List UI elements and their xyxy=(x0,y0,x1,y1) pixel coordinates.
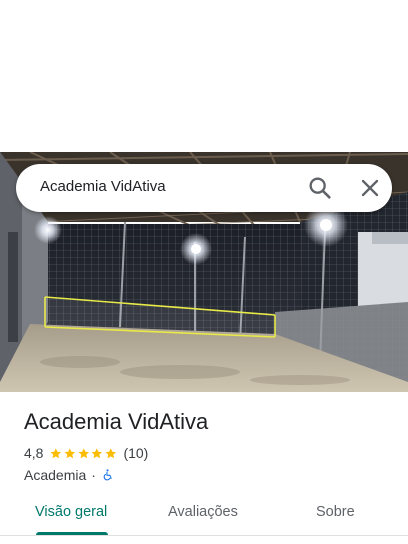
star-icon xyxy=(105,447,116,458)
star-icon xyxy=(91,447,103,458)
search-icon[interactable] xyxy=(306,174,334,202)
star-icon xyxy=(78,447,89,458)
rating-value: 4,8 xyxy=(24,445,44,461)
place-category: Academia xyxy=(24,467,87,483)
map-blank-area xyxy=(0,0,408,152)
search-bar[interactable]: Academia VidAtiva xyxy=(16,164,392,212)
search-input[interactable]: Academia VidAtiva xyxy=(40,178,166,195)
tab-reviews[interactable]: Avaliações xyxy=(168,504,238,520)
category-row: Academia · xyxy=(24,466,114,484)
separator-dot: · xyxy=(91,467,96,483)
rating-row[interactable]: 4,8 (10) xyxy=(24,444,148,462)
star-icon xyxy=(51,447,62,458)
rating-stars xyxy=(49,447,117,460)
star-icon xyxy=(64,447,76,458)
tabs-divider xyxy=(0,535,408,536)
place-title: Academia VidAtiva xyxy=(24,409,209,434)
review-count[interactable]: (10) xyxy=(123,445,148,461)
tab-about[interactable]: Sobre xyxy=(316,504,355,520)
wheelchair-icon xyxy=(103,469,112,481)
close-icon[interactable] xyxy=(356,174,384,202)
place-tabs: Visão geral Avaliações Sobre xyxy=(0,494,408,536)
tab-overview[interactable]: Visão geral xyxy=(35,504,107,520)
